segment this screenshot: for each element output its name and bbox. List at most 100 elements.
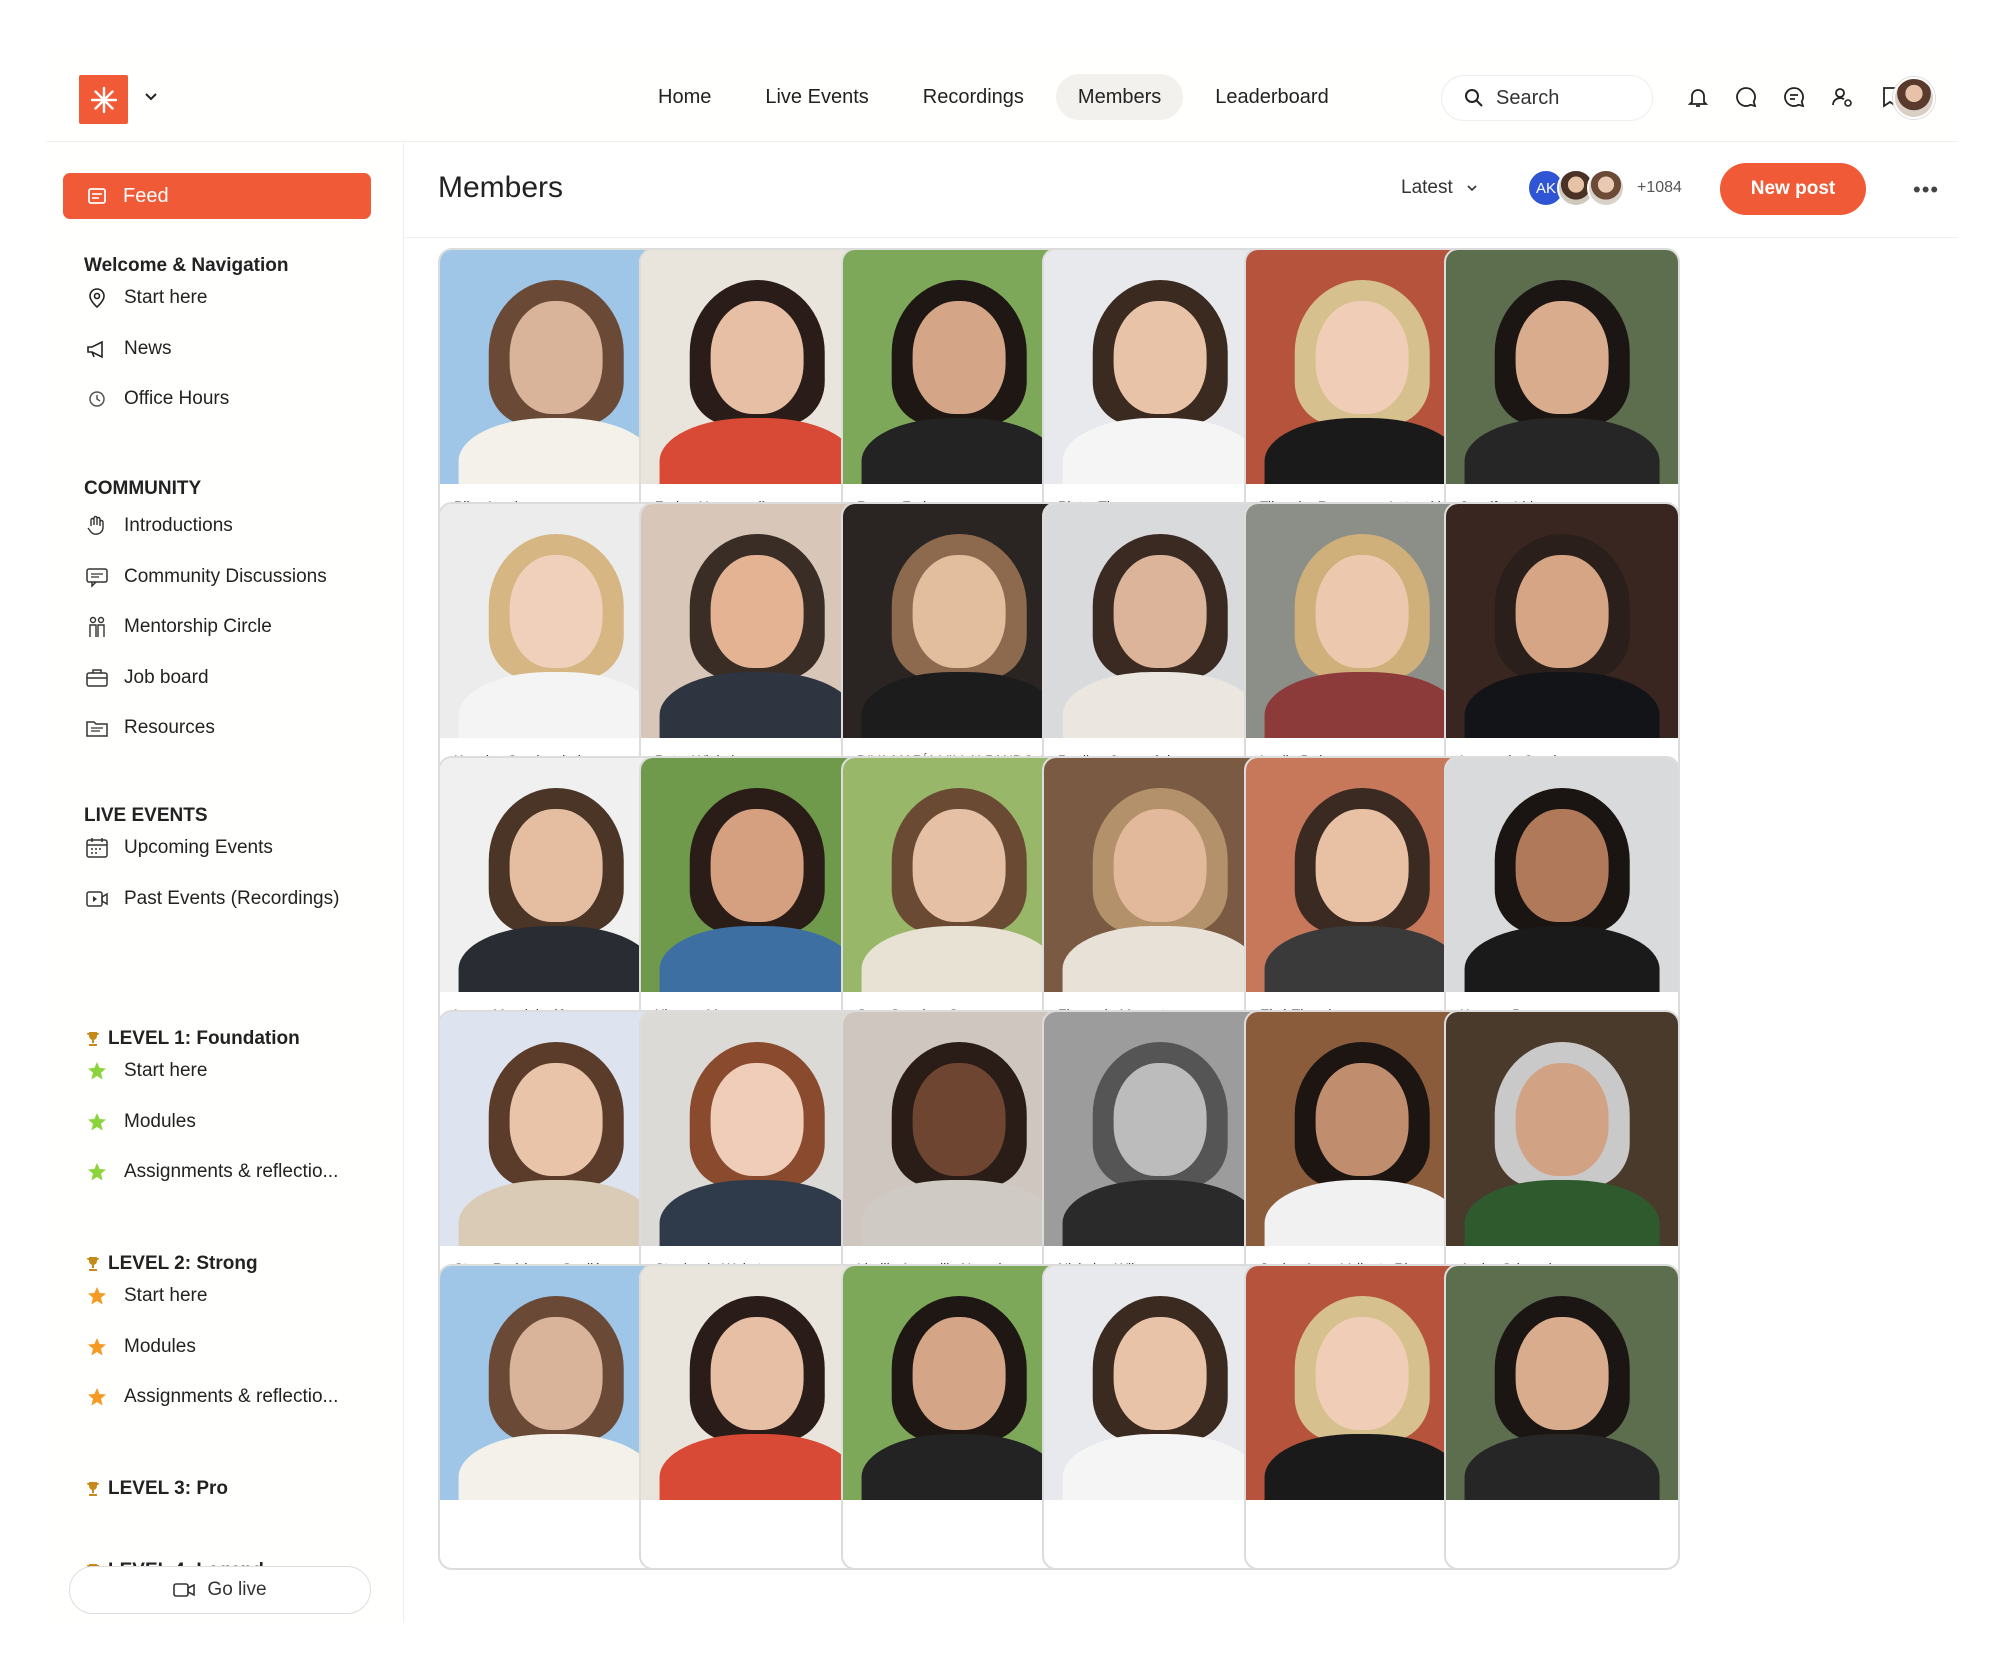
member-photo bbox=[843, 504, 1075, 738]
sidebar-item-label: Assignments & reflectio... bbox=[124, 1386, 339, 1407]
star-green-icon bbox=[84, 1058, 110, 1084]
sidebar-item-start-here[interactable]: Start here bbox=[84, 1279, 207, 1313]
trophy-icon bbox=[87, 1257, 99, 1271]
notifications-bell-icon[interactable] bbox=[1684, 79, 1712, 115]
more-options-icon[interactable]: ••• bbox=[1913, 177, 1939, 203]
sidebar-item-introductions[interactable]: Introductions bbox=[84, 509, 233, 543]
member-photo bbox=[440, 250, 672, 484]
new-post-button[interactable]: New post bbox=[1720, 163, 1866, 215]
member-card[interactable] bbox=[1444, 1264, 1680, 1570]
community-logo[interactable] bbox=[79, 75, 128, 124]
nav-recordings[interactable]: Recordings bbox=[901, 74, 1046, 120]
clock-icon bbox=[84, 386, 110, 412]
sidebar-item-assignments-reflectio[interactable]: Assignments & reflectio... bbox=[84, 1155, 338, 1189]
sidebar-item-office-hours[interactable]: Office Hours bbox=[84, 382, 229, 416]
avatar bbox=[1587, 169, 1625, 207]
member-photo bbox=[1044, 1266, 1276, 1500]
sort-label: Latest bbox=[1401, 177, 1453, 198]
section-title-text: LEVEL 2: Strong bbox=[108, 1253, 258, 1274]
member-photo bbox=[843, 1012, 1075, 1246]
folder-icon bbox=[84, 715, 110, 741]
sidebar-item-news[interactable]: News bbox=[84, 332, 172, 366]
map-pin-icon bbox=[84, 285, 110, 311]
nav-members[interactable]: Members bbox=[1055, 74, 1184, 120]
member-photo bbox=[1446, 758, 1678, 992]
member-photo bbox=[641, 250, 873, 484]
sidebar-item-start-here[interactable]: Start here bbox=[84, 1054, 207, 1088]
section-title-text: LEVEL 1: Foundation bbox=[108, 1028, 300, 1049]
star-orange-icon bbox=[84, 1334, 110, 1360]
chat-bubble-icon bbox=[84, 564, 110, 590]
sidebar-item-label: Assignments & reflectio... bbox=[124, 1161, 339, 1182]
member-card[interactable] bbox=[639, 1264, 875, 1570]
sidebar-section-title: LEVEL 1: Foundation bbox=[84, 1028, 300, 1050]
sidebar-item-label: Start here bbox=[124, 1060, 208, 1081]
section-title-text: LEVEL 3: Pro bbox=[108, 1478, 229, 1499]
member-card[interactable] bbox=[1042, 1264, 1278, 1570]
member-count: +1084 bbox=[1637, 179, 1682, 196]
member-photo bbox=[1446, 250, 1678, 484]
sidebar-item-modules[interactable]: Modules bbox=[84, 1105, 196, 1139]
calendar-icon bbox=[84, 835, 110, 861]
search-label: Search bbox=[1496, 86, 1560, 109]
sidebar-item-label: Start here bbox=[124, 287, 208, 308]
sidebar-item-label: Upcoming Events bbox=[124, 837, 273, 858]
feed-icon bbox=[88, 188, 106, 204]
member-photo bbox=[440, 504, 672, 738]
section-title-text: LIVE EVENTS bbox=[84, 805, 208, 826]
star-orange-icon bbox=[84, 1384, 110, 1410]
sort-dropdown[interactable]: Latest bbox=[1401, 177, 1479, 199]
sidebar-section-title: COMMUNITY bbox=[84, 478, 201, 500]
member-photo bbox=[1044, 758, 1276, 992]
member-photo bbox=[843, 250, 1075, 484]
sidebar-section-title: LIVE EVENTS bbox=[84, 805, 208, 827]
nav-home[interactable]: Home bbox=[636, 74, 733, 120]
sidebar-section-title: Welcome & Navigation bbox=[84, 255, 288, 277]
search-box[interactable]: Search bbox=[1441, 75, 1653, 121]
sidebar-item-label: Job board bbox=[124, 666, 209, 688]
people-icon bbox=[84, 614, 110, 640]
page-title: Members bbox=[438, 171, 564, 204]
trophy-icon bbox=[87, 1032, 99, 1046]
sidebar-item-label: Community Discussions bbox=[124, 565, 327, 587]
sidebar-item-label: Mentorship Circle bbox=[124, 616, 272, 637]
top-bar: Home Live Events Recordings Members Lead… bbox=[46, 52, 1958, 142]
sidebar-item-past-events-recordings[interactable]: Past Events (Recordings) bbox=[84, 882, 339, 916]
sidebar-item-modules[interactable]: Modules bbox=[84, 1330, 196, 1364]
sidebar-item-mentorship-circle[interactable]: Mentorship Circle bbox=[84, 610, 272, 644]
star-green-icon bbox=[84, 1109, 110, 1135]
sidebar-item-start-here[interactable]: Start here bbox=[84, 281, 207, 315]
feed-label: Feed bbox=[123, 184, 169, 207]
sidebar-item-label: Start here bbox=[124, 1285, 208, 1306]
go-live-label: Go live bbox=[207, 1579, 267, 1600]
nav-leaderboard[interactable]: Leaderboard bbox=[1193, 74, 1350, 120]
sidebar-section-title: LEVEL 2: Strong bbox=[84, 1253, 258, 1275]
member-photo bbox=[641, 504, 873, 738]
messages-bubble-icon[interactable] bbox=[1732, 79, 1760, 115]
member-photo bbox=[440, 758, 672, 992]
video-icon bbox=[84, 886, 110, 912]
members-header: Members Latest AK +1084 New post ••• bbox=[405, 143, 1958, 238]
member-avatar-stack[interactable]: AK +1084 bbox=[1527, 169, 1682, 207]
nav-live-events[interactable]: Live Events bbox=[743, 74, 890, 120]
chat-threads-icon[interactable] bbox=[1780, 79, 1808, 115]
sidebar-item-assignments-reflectio[interactable]: Assignments & reflectio... bbox=[84, 1380, 338, 1414]
member-photo bbox=[641, 1266, 873, 1500]
sidebar-item-upcoming-events[interactable]: Upcoming Events bbox=[84, 831, 273, 865]
user-settings-icon[interactable] bbox=[1828, 79, 1856, 115]
user-avatar[interactable] bbox=[1893, 77, 1935, 119]
sidebar-item-label: Introductions bbox=[124, 515, 233, 536]
sidebar-item-resources[interactable]: Resources bbox=[84, 711, 215, 745]
member-photo bbox=[1446, 504, 1678, 738]
chevron-down-icon[interactable] bbox=[142, 88, 160, 106]
star-green-icon bbox=[84, 1159, 110, 1185]
member-photo bbox=[1044, 1012, 1276, 1246]
go-live-button[interactable]: Go live bbox=[69, 1566, 371, 1614]
member-photo bbox=[1044, 250, 1276, 484]
sidebar-item-job-board[interactable]: Job board bbox=[84, 661, 209, 695]
sidebar-item-community-discussions[interactable]: Community Discussions bbox=[84, 560, 327, 594]
section-title-text: Welcome & Navigation bbox=[84, 255, 289, 276]
member-photo bbox=[641, 758, 873, 992]
sidebar-item-label: Office Hours bbox=[124, 388, 230, 409]
sidebar-feed-button[interactable]: Feed bbox=[63, 173, 371, 219]
